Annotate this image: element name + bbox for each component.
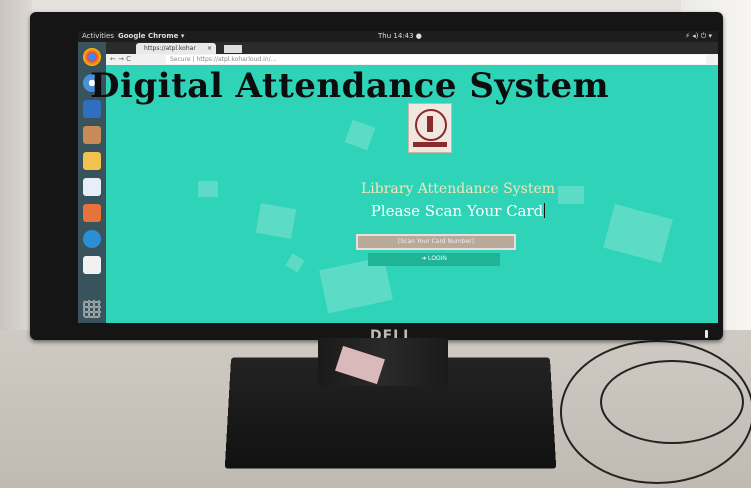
monitor: Activities Google Chrome ▾ Thu 14:43 ● ⚡…	[30, 12, 723, 344]
overlay-title: Digital Attendance System	[90, 66, 610, 106]
url-field[interactable]: Secure | https://atpl.koharloud.in/…	[166, 55, 706, 64]
decor-square	[603, 204, 673, 263]
ubuntu-top-bar: Activities Google Chrome ▾ Thu 14:43 ● ⚡…	[78, 31, 718, 42]
cable	[600, 360, 744, 444]
scan-prompt-text: Please Scan Your Card	[370, 202, 544, 220]
writer-icon[interactable]	[83, 178, 101, 196]
app-menu[interactable]: Google Chrome ▾	[118, 31, 184, 42]
decor-square	[285, 253, 305, 273]
tab-title: https://atpl.kohar	[144, 45, 196, 52]
tab-strip: https://atpl.kohar ×	[106, 42, 718, 54]
help-icon[interactable]	[83, 230, 101, 248]
chrome-icon[interactable]	[83, 48, 101, 66]
software-center-icon[interactable]	[83, 204, 101, 222]
nav-buttons[interactable]: ← → C	[110, 54, 131, 65]
address-bar-row: ← → C Secure | https://atpl.koharloud.in…	[106, 54, 718, 65]
power-led	[705, 330, 708, 338]
scan-prompt: Please Scan Your Card	[338, 202, 578, 220]
emblem-center	[427, 116, 433, 132]
card-number-input[interactable]: [Scan Your Card Number]	[356, 234, 516, 250]
browser-tab[interactable]: https://atpl.kohar ×	[136, 43, 216, 54]
emblem-band	[413, 142, 447, 147]
close-icon[interactable]: ×	[207, 43, 212, 54]
files-icon[interactable]	[83, 126, 101, 144]
rhythmbox-icon[interactable]	[83, 152, 101, 170]
app-grid-icon[interactable]	[83, 300, 101, 318]
library-emblem	[408, 103, 452, 153]
activities-button[interactable]: Activities	[82, 31, 114, 42]
decor-square	[255, 203, 297, 239]
library-title: Library Attendance System	[360, 181, 556, 197]
clock[interactable]: Thu 14:43 ●	[378, 31, 422, 42]
decor-square	[344, 119, 376, 151]
login-button[interactable]: ➜ LOGIN	[368, 253, 500, 266]
amazon-icon[interactable]	[83, 256, 101, 274]
system-tray[interactable]: ⚡ ◂) ⏻ ▾	[685, 31, 712, 42]
decor-square	[198, 181, 218, 197]
text-cursor	[544, 203, 546, 218]
new-tab-button[interactable]	[224, 45, 242, 53]
